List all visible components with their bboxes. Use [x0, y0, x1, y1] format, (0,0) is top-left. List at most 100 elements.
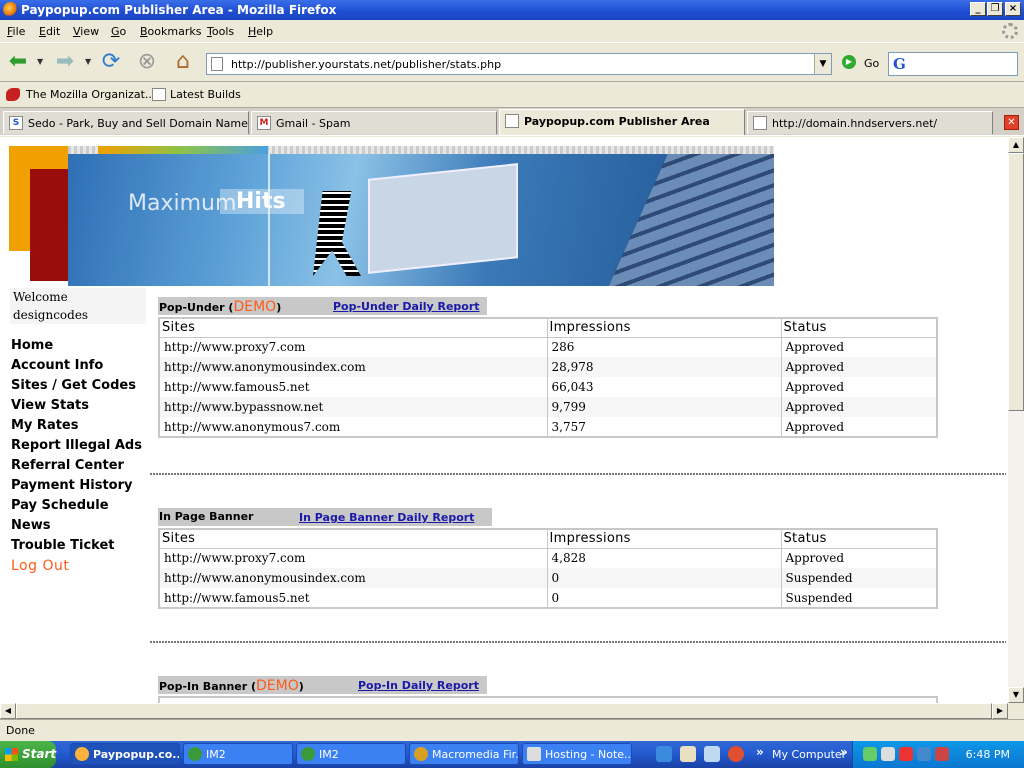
scroll-left-icon[interactable]: ◀ — [0, 703, 16, 719]
menu-tools[interactable]: Tools — [207, 25, 234, 38]
minimize-button[interactable]: _ — [970, 2, 986, 16]
table-row: http://www.famous5.net 0 Suspended — [159, 588, 938, 608]
nav-payment-history[interactable]: Payment History — [11, 478, 151, 498]
nav-referral-center[interactable]: Referral Center — [11, 458, 151, 478]
tab-sedo[interactable]: S Sedo - Park, Buy and Sell Domain Names… — [3, 111, 249, 134]
my-computer-toolbar[interactable]: My Computer — [772, 748, 846, 761]
maximize-button[interactable]: ❐ — [987, 2, 1003, 16]
nav-pay-schedule[interactable]: Pay Schedule — [11, 498, 151, 518]
media-icon[interactable] — [728, 746, 744, 762]
nav-report-illegal-ads[interactable]: Report Illegal Ads — [11, 438, 151, 458]
banner-cursor-image — [313, 191, 361, 276]
go-button[interactable]: Go — [864, 57, 879, 70]
tray-network-icon[interactable] — [863, 747, 877, 761]
menu-view[interactable]: View — [73, 25, 99, 38]
url-dropdown-icon[interactable]: ▼ — [814, 54, 831, 74]
taskbar: Start Paypopup.co... IM2 IM2 Macromedia … — [0, 741, 1024, 768]
close-button[interactable]: × — [1005, 2, 1021, 16]
taskbar-item-notepad[interactable]: Hosting - Note... — [522, 743, 632, 765]
popunder-table: Sites Impressions Status http://www.prox… — [158, 317, 938, 438]
tray-volume-icon[interactable] — [881, 747, 895, 761]
bookmarks-toolbar: The Mozilla Organizat... Latest Builds — [0, 82, 1024, 108]
tab-paypopup[interactable]: Paypopup.com Publisher Area — [499, 109, 745, 135]
banner-building-image — [608, 154, 774, 286]
popunder-daily-report-link[interactable]: Pop-Under Daily Report — [333, 300, 480, 313]
scroll-up-icon[interactable]: ▲ — [1008, 137, 1024, 153]
scroll-right-icon[interactable]: ▶ — [992, 703, 1008, 719]
navigation-toolbar: ⬅ ▼ ➡ ▼ ⟳ ⊗ ⌂ http://publisher.yourstats… — [0, 42, 1024, 82]
banner-screenshot-image — [368, 163, 518, 274]
column-header-sites: Sites — [158, 317, 548, 338]
search-input[interactable]: G — [888, 52, 1018, 76]
nav-account-info[interactable]: Account Info — [11, 358, 151, 378]
toolbar-chevron-icon[interactable]: » — [840, 745, 848, 759]
tab-hndservers[interactable]: http://domain.hndservers.net/ — [747, 111, 993, 134]
nav-view-stats[interactable]: View Stats — [11, 398, 151, 418]
popin-banner-header: Pop-In Banner (DEMO) Pop-In Daily Report — [158, 676, 487, 694]
forward-dropdown-icon[interactable]: ▼ — [85, 57, 91, 66]
menu-bookmarks[interactable]: Bookmarks — [140, 25, 201, 38]
status-bar: Done — [0, 719, 1024, 741]
inpage-banner-daily-report-link[interactable]: In Page Banner Daily Report — [299, 511, 474, 524]
menu-help[interactable]: Help — [248, 25, 273, 38]
back-arrow-icon[interactable]: ⬅ — [5, 50, 31, 76]
im-icon — [301, 747, 315, 761]
popunder-section: Pop-Under (DEMO) Pop-Under Daily Report … — [158, 297, 938, 442]
reload-icon[interactable]: ⟳ — [98, 50, 124, 76]
start-button[interactable]: Start — [0, 741, 56, 768]
clock[interactable]: 6:48 PM — [966, 748, 1010, 761]
nav-sites-get-codes[interactable]: Sites / Get Codes — [11, 378, 151, 398]
nav-home[interactable]: Home — [11, 338, 151, 358]
google-search-icon: G — [893, 55, 906, 73]
taskbar-item-im2[interactable]: IM2 — [296, 743, 406, 765]
scroll-thumb[interactable] — [1008, 153, 1024, 411]
tray-security-icon[interactable] — [935, 747, 949, 761]
show-desktop-icon[interactable] — [680, 746, 696, 762]
nav-my-rates[interactable]: My Rates — [11, 418, 151, 438]
home-icon[interactable]: ⌂ — [170, 50, 196, 76]
tray-monitor-icon[interactable] — [917, 747, 931, 761]
username: designcodes — [13, 308, 89, 322]
nav-trouble-ticket[interactable]: Trouble Ticket — [11, 538, 151, 558]
go-arrow-icon[interactable]: ▶ — [842, 55, 856, 69]
menu-bar: File Edit View Go Bookmarks Tools Help — [0, 20, 1024, 42]
column-header-status: Status — [780, 528, 938, 549]
menu-go[interactable]: Go — [111, 25, 126, 38]
stop-icon[interactable]: ⊗ — [134, 50, 160, 76]
taskbar-item-im2[interactable]: IM2 — [183, 743, 293, 765]
nav-news[interactable]: News — [11, 518, 151, 538]
bookmark-mozilla[interactable]: The Mozilla Organizat... — [26, 88, 155, 101]
quick-launch-chevron-icon[interactable]: » — [756, 745, 764, 759]
close-tab-icon[interactable]: ✕ — [1004, 115, 1019, 130]
scroll-down-icon[interactable]: ▼ — [1008, 687, 1024, 703]
inpage-banner-table: Sites Impressions Status http://www.prox… — [158, 528, 938, 609]
quick-launch-icon[interactable] — [704, 746, 720, 762]
bookmark-latest-builds[interactable]: Latest Builds — [170, 88, 241, 101]
ie-icon[interactable] — [656, 746, 672, 762]
back-dropdown-icon[interactable]: ▼ — [37, 57, 43, 66]
status-text: Done — [6, 724, 35, 737]
welcome-label: Welcome — [13, 290, 68, 304]
menu-file[interactable]: File — [7, 25, 25, 38]
menu-edit[interactable]: Edit — [39, 25, 60, 38]
scroll-thumb[interactable] — [16, 703, 992, 719]
url-text[interactable]: http://publisher.yourstats.net/publisher… — [231, 58, 501, 71]
popin-daily-report-link[interactable]: Pop-In Daily Report — [358, 679, 479, 692]
table-row: http://www.proxy7.com 286 Approved — [159, 337, 938, 357]
column-header-sites: Sites — [158, 528, 548, 549]
banner-text-hits: Hits — [220, 189, 304, 214]
nav-log-out[interactable]: Log Out — [11, 558, 151, 578]
address-bar[interactable]: http://publisher.yourstats.net/publisher… — [206, 53, 832, 75]
horizontal-scrollbar[interactable]: ◀ ▶ — [0, 703, 1008, 719]
sidebar-nav: Home Account Info Sites / Get Codes View… — [11, 338, 151, 578]
demo-label: DEMO — [256, 678, 299, 694]
vertical-scrollbar[interactable]: ▲ ▼ — [1008, 137, 1024, 703]
taskbar-item-firefox[interactable]: Paypopup.co... — [70, 743, 180, 765]
tray-app-icon[interactable] — [899, 747, 913, 761]
tab-gmail[interactable]: M Gmail - Spam — [251, 111, 497, 134]
taskbar-item-macromedia[interactable]: Macromedia Fir... — [409, 743, 519, 765]
window-titlebar: Paypopup.com Publisher Area - Mozilla Fi… — [0, 0, 1024, 20]
popin-banner-section: Pop-In Banner (DEMO) Pop-In Daily Report — [158, 676, 938, 703]
forward-arrow-icon[interactable]: ➡ — [52, 50, 78, 76]
macromedia-icon — [414, 747, 428, 761]
